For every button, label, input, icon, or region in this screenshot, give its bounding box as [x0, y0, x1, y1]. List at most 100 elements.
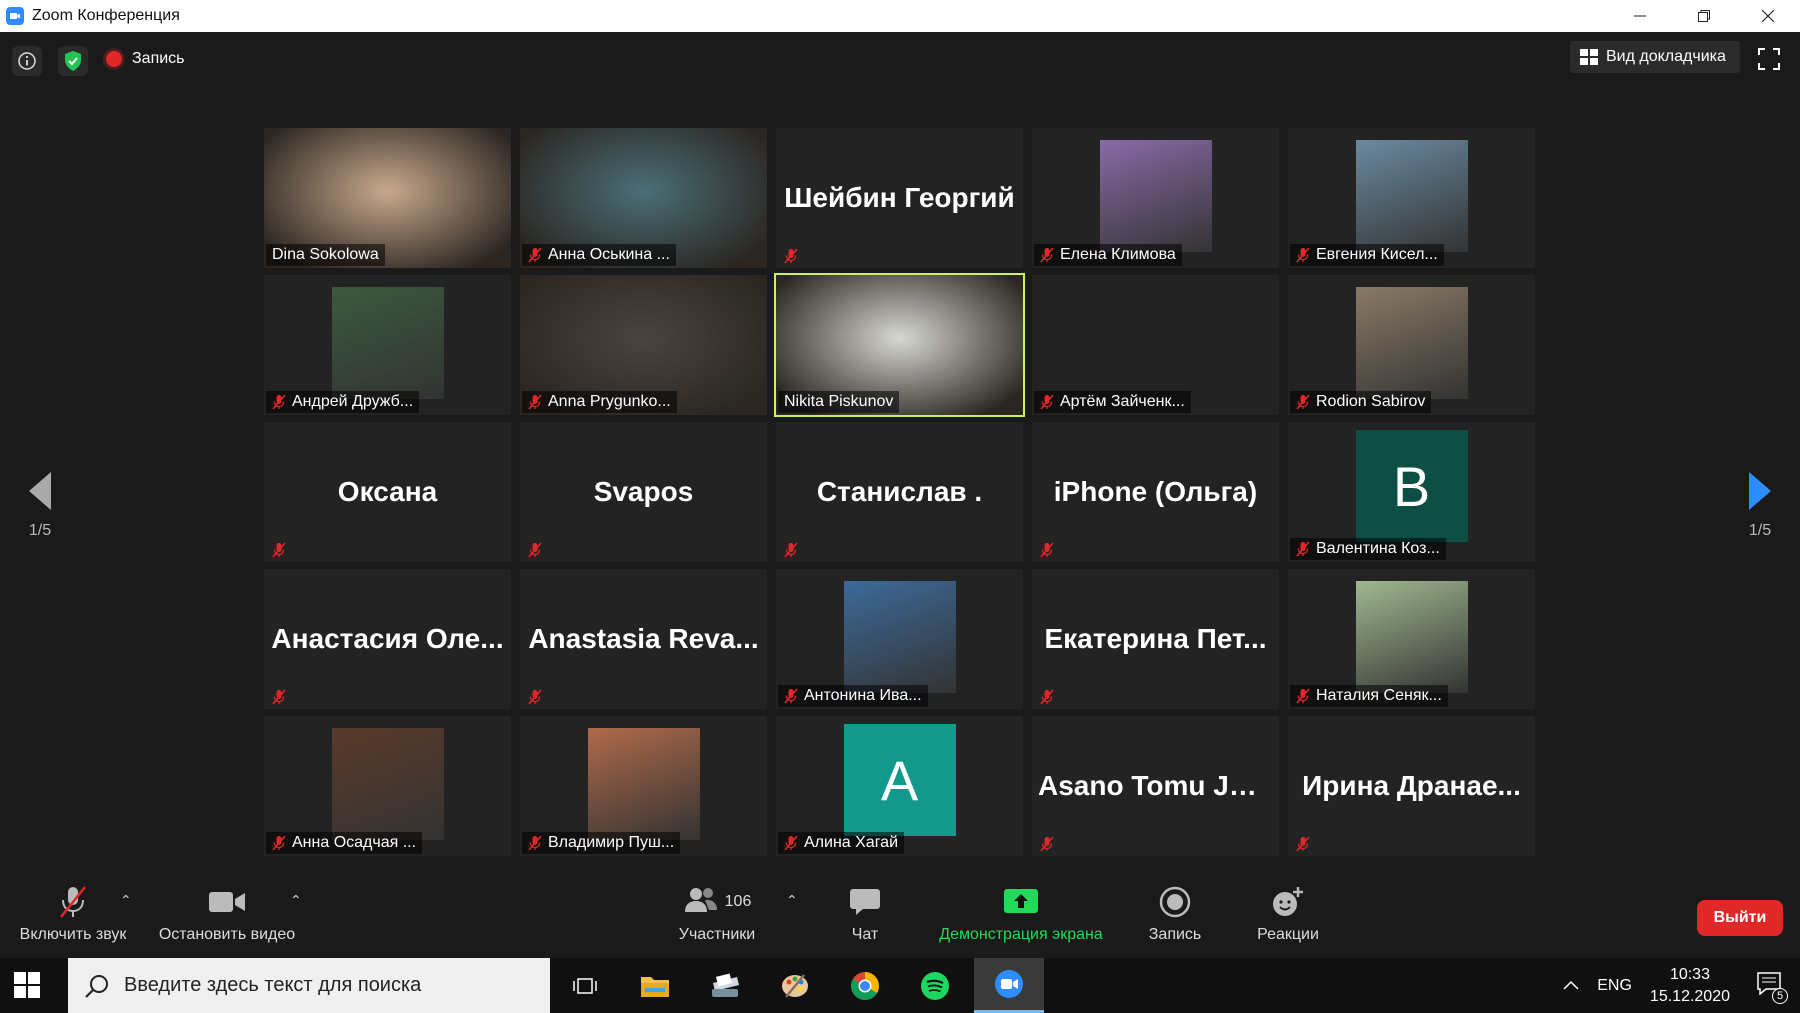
language-indicator[interactable]: ENG — [1597, 977, 1632, 995]
participant-tile[interactable]: Елена Климова — [1032, 128, 1279, 268]
participant-name-label — [778, 540, 810, 560]
participant-tile[interactable]: Оксана — [264, 422, 511, 562]
share-screen-button[interactable]: Демонстрация экрана — [930, 884, 1112, 944]
speaker-view-button[interactable]: Вид докладчика — [1570, 41, 1740, 73]
prev-page-nav[interactable]: 1/5 — [20, 472, 60, 540]
record-button[interactable]: Запись — [1144, 884, 1206, 944]
participant-tile[interactable]: Шейбин Георгий — [776, 128, 1023, 268]
participant-display-name: iPhone (Ольга) — [1053, 476, 1258, 507]
paint-app-icon[interactable] — [760, 958, 830, 1013]
mic-muted-icon — [1296, 688, 1310, 704]
notifications-icon[interactable]: 5 — [1756, 971, 1788, 1004]
mic-muted-icon — [528, 542, 542, 558]
participant-photo — [331, 287, 444, 399]
unmute-label: Включить звук — [19, 926, 127, 943]
participant-tile[interactable]: Ирина Дранае... — [1288, 716, 1535, 856]
participant-tile[interactable]: Артём Зайченк... — [1032, 275, 1279, 415]
participant-name-label: Евгения Кисел... — [1290, 244, 1444, 266]
participant-tile[interactable]: Евгения Кисел... — [1288, 128, 1535, 268]
system-tray: ENG 10:33 15.12.2020 5 — [1563, 958, 1800, 1013]
participant-photo — [587, 728, 700, 840]
stop-video-button[interactable]: Остановить видео — [152, 884, 302, 944]
participant-tile[interactable]: Андрей Дружб... — [264, 275, 511, 415]
chat-button[interactable]: Чат — [840, 884, 890, 944]
participant-name-label — [1034, 687, 1066, 707]
participant-photo — [1099, 140, 1212, 252]
participant-name-label: Dina Sokolowa — [266, 244, 385, 266]
unmute-button[interactable]: Включить звук — [12, 884, 134, 944]
spotify-icon[interactable] — [900, 958, 970, 1013]
participants-button[interactable]: 106 Участники — [670, 884, 764, 944]
mic-muted-icon — [784, 688, 798, 704]
reactions-button[interactable]: Реакции — [1252, 884, 1324, 944]
participant-tile[interactable]: Екатерина Пет... — [1032, 569, 1279, 709]
participant-name: Анна Осадчая ... — [292, 834, 417, 851]
stop-video-label: Остановить видео — [158, 926, 296, 943]
reactions-label: Реакции — [1257, 926, 1319, 943]
participant-tile[interactable]: Svapos — [520, 422, 767, 562]
clock-time: 10:33 — [1669, 965, 1710, 983]
chrome-icon[interactable] — [830, 958, 900, 1013]
participant-tile[interactable]: Анна Оськина ... — [520, 128, 767, 268]
mic-muted-icon — [528, 835, 542, 851]
shield-icon[interactable] — [58, 46, 88, 76]
participants-icon — [683, 886, 719, 919]
mic-muted-icon — [528, 394, 542, 410]
participant-name-label — [522, 540, 554, 560]
participant-name-label: Anna Prygunko... — [522, 391, 677, 413]
arrow-left-icon[interactable] — [29, 472, 51, 510]
leave-button[interactable]: Выйти — [1697, 900, 1783, 936]
minimize-button[interactable] — [1608, 0, 1672, 32]
mic-muted-icon — [1040, 542, 1054, 558]
participant-tile[interactable]: Rodion Sabirov — [1288, 275, 1535, 415]
mic-muted-icon — [272, 835, 286, 851]
windows-start-icon[interactable] — [14, 972, 40, 998]
recording-indicator[interactable]: Запись — [106, 50, 185, 68]
participants-options-caret-icon[interactable]: ⌃ — [786, 892, 798, 909]
record-dot-icon — [106, 51, 122, 67]
participant-tile[interactable]: Anastasia Reva... — [520, 569, 767, 709]
participant-tile[interactable]: Владимир Пуш... — [520, 716, 767, 856]
next-page-nav[interactable]: 1/5 — [1740, 472, 1780, 540]
zoom-taskbar-icon[interactable] — [974, 958, 1044, 1013]
participant-tile[interactable]: Анна Осадчая ... — [264, 716, 511, 856]
participant-name: Алина Хагай — [804, 834, 899, 851]
video-options-caret-icon[interactable]: ⌃ — [290, 892, 302, 909]
audio-options-caret-icon[interactable]: ⌃ — [120, 892, 132, 909]
participant-tile[interactable]: Asano Tomu JREX — [1032, 716, 1279, 856]
share-screen-icon — [930, 884, 1112, 920]
participant-tile[interactable]: Станислав . — [776, 422, 1023, 562]
participant-name-label — [1034, 834, 1066, 854]
participant-tile[interactable]: Dina Sokolowa — [264, 128, 511, 268]
participant-tile[interactable]: Анастасия Оле... — [264, 569, 511, 709]
participant-tile[interactable]: Anna Prygunko... — [520, 275, 767, 415]
participant-tile[interactable]: Антонина Ива... — [776, 569, 1023, 709]
participant-tile[interactable]: A Алина Хагай — [776, 716, 1023, 856]
taskbar-search-box[interactable]: Введите здесь текст для поиска — [68, 958, 550, 1013]
chevron-up-icon[interactable] — [1563, 977, 1579, 995]
participant-name: Наталия Сеняк... — [1316, 687, 1442, 704]
participant-display-name: Шейбин Георгий — [784, 182, 1015, 213]
participant-name: Андрей Дружб... — [292, 393, 414, 410]
participant-tile[interactable]: iPhone (Ольга) — [1032, 422, 1279, 562]
file-explorer-icon[interactable] — [620, 958, 690, 1013]
restore-button[interactable] — [1672, 0, 1736, 32]
arrow-right-icon[interactable] — [1749, 472, 1771, 510]
task-view-icon[interactable] — [550, 958, 620, 1013]
participant-name-label: Алина Хагай — [778, 832, 905, 854]
close-window-button[interactable] — [1736, 0, 1800, 32]
participant-tile[interactable]: Nikita Piskunov — [774, 273, 1025, 417]
mic-muted-icon — [1296, 541, 1310, 557]
participant-avatar-letter: A — [843, 724, 956, 836]
scanner-app-icon[interactable] — [690, 958, 760, 1013]
fullscreen-icon[interactable] — [1757, 47, 1781, 71]
participant-tile[interactable]: B Валентина Коз... — [1288, 422, 1535, 562]
participant-name-label: Артём Зайченк... — [1034, 391, 1191, 413]
info-icon[interactable] — [12, 46, 42, 76]
participant-photo — [1355, 140, 1468, 252]
participant-display-name: Svapos — [593, 476, 694, 507]
clock[interactable]: 10:33 15.12.2020 — [1650, 964, 1730, 1008]
participant-display-name: Asano Tomu JREX — [1038, 770, 1279, 801]
participant-tile[interactable]: Наталия Сеняк... — [1288, 569, 1535, 709]
participant-name: Анна Оськина ... — [548, 246, 670, 263]
